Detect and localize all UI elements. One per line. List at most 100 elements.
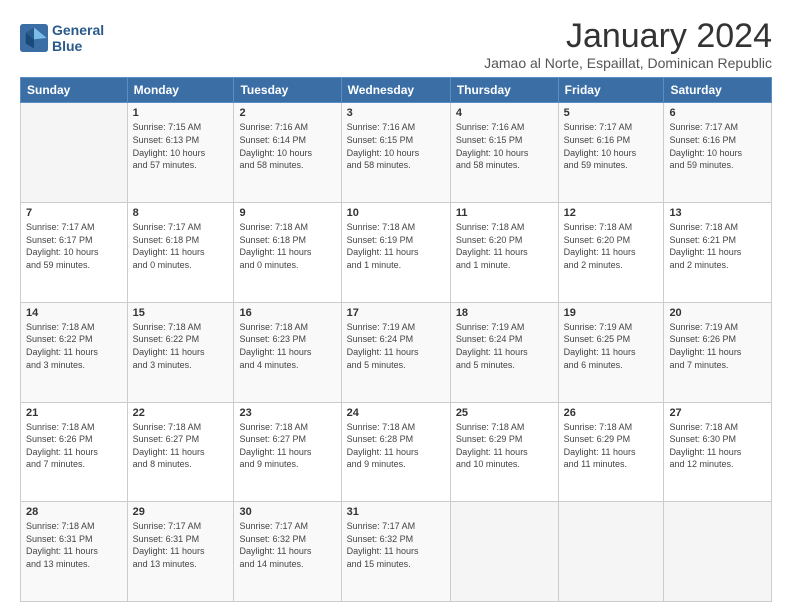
day-info: Sunrise: 7:18 AMSunset: 6:29 PMDaylight:…: [456, 421, 553, 471]
day-info: Sunrise: 7:18 AMSunset: 6:22 PMDaylight:…: [26, 321, 122, 371]
header-day-saturday: Saturday: [664, 78, 772, 103]
calendar-cell: 3 Sunrise: 7:16 AMSunset: 6:15 PMDaylight…: [341, 103, 450, 203]
day-info: Sunrise: 7:19 AMSunset: 6:24 PMDaylight:…: [347, 321, 445, 371]
day-info: Sunrise: 7:18 AMSunset: 6:27 PMDaylight:…: [239, 421, 335, 471]
calendar-cell: 6Sunrise: 7:17 AMSunset: 6:16 PMDaylight…: [664, 103, 772, 203]
day-info: Sunrise: 7:18 AMSunset: 6:30 PMDaylight:…: [669, 421, 766, 471]
day-number: 24: [347, 407, 445, 419]
header: General Blue January 2024 Jamao al Norte…: [20, 18, 772, 71]
calendar-cell: 21Sunrise: 7:18 AMSunset: 6:26 PMDayligh…: [21, 402, 128, 502]
calendar-cell: 28 Sunrise: 7:18 AMSunset: 6:31 PMDayligh…: [21, 502, 128, 602]
day-info: Sunrise: 7:17 AMSunset: 6:31 PMDaylight:…: [133, 520, 229, 570]
week-row-2: 14 Sunrise: 7:18 AMSunset: 6:22 PMDayligh…: [21, 302, 772, 402]
day-number: 25: [456, 407, 553, 419]
day-info: Sunrise: 7:16 AMSunset: 6:15 PMDaylight:…: [347, 121, 445, 171]
calendar-cell: 31 Sunrise: 7:17 AMSunset: 6:32 PMDayligh…: [341, 502, 450, 602]
day-info: Sunrise: 7:18 AMSunset: 6:31 PMDaylight:…: [26, 520, 122, 570]
day-info: Sunrise: 7:18 AMSunset: 6:20 PMDaylight:…: [456, 221, 553, 271]
header-day-thursday: Thursday: [450, 78, 558, 103]
calendar-header: SundayMondayTuesdayWednesdayThursdayFrid…: [21, 78, 772, 103]
title-block: January 2024 Jamao al Norte, Espaillat, …: [484, 18, 772, 71]
day-info: Sunrise: 7:17 AMSunset: 6:16 PMDaylight:…: [564, 121, 659, 171]
logo: General Blue: [20, 22, 104, 54]
calendar-cell: 26 Sunrise: 7:18 AMSunset: 6:29 PMDayligh…: [558, 402, 664, 502]
day-info: Sunrise: 7:15 AMSunset: 6:13 PMDaylight:…: [133, 121, 229, 171]
day-number: 11: [456, 207, 553, 219]
day-info: Sunrise: 7:19 AMSunset: 6:26 PMDaylight:…: [669, 321, 766, 371]
day-number: 4: [456, 107, 553, 119]
day-number: 29: [133, 506, 229, 518]
calendar-cell: 18 Sunrise: 7:19 AMSunset: 6:24 PMDayligh…: [450, 302, 558, 402]
day-number: 17: [347, 307, 445, 319]
day-number: 20: [669, 307, 766, 319]
day-number: 16: [239, 307, 335, 319]
calendar-cell: [450, 502, 558, 602]
day-number: 27: [669, 407, 766, 419]
calendar-body: 1 Sunrise: 7:15 AMSunset: 6:13 PMDaylight…: [21, 103, 772, 602]
calendar-cell: 11 Sunrise: 7:18 AMSunset: 6:20 PMDayligh…: [450, 203, 558, 303]
day-number: 22: [133, 407, 229, 419]
day-info: Sunrise: 7:17 AMSunset: 6:32 PMDaylight:…: [347, 520, 445, 570]
day-info: Sunrise: 7:17 AMSunset: 6:16 PMDaylight:…: [669, 121, 766, 171]
day-number: 14: [26, 307, 122, 319]
header-day-tuesday: Tuesday: [234, 78, 341, 103]
calendar-cell: 29 Sunrise: 7:17 AMSunset: 6:31 PMDayligh…: [127, 502, 234, 602]
calendar-cell: 24 Sunrise: 7:18 AMSunset: 6:28 PMDayligh…: [341, 402, 450, 502]
day-number: 26: [564, 407, 659, 419]
day-number: 30: [239, 506, 335, 518]
day-number: 10: [347, 207, 445, 219]
day-number: 12: [564, 207, 659, 219]
page: General Blue January 2024 Jamao al Norte…: [0, 0, 792, 612]
calendar-cell: 17 Sunrise: 7:19 AMSunset: 6:24 PMDayligh…: [341, 302, 450, 402]
logo-text: General Blue: [52, 22, 104, 54]
header-day-wednesday: Wednesday: [341, 78, 450, 103]
day-number: 8: [133, 207, 229, 219]
day-info: Sunrise: 7:18 AMSunset: 6:29 PMDaylight:…: [564, 421, 659, 471]
day-info: Sunrise: 7:16 AMSunset: 6:15 PMDaylight:…: [456, 121, 553, 171]
logo-icon: [20, 24, 48, 52]
calendar-cell: 30Sunrise: 7:17 AMSunset: 6:32 PMDayligh…: [234, 502, 341, 602]
day-number: 9: [239, 207, 335, 219]
day-number: 13: [669, 207, 766, 219]
day-number: 31: [347, 506, 445, 518]
calendar-cell: 27 Sunrise: 7:18 AMSunset: 6:30 PMDayligh…: [664, 402, 772, 502]
day-info: Sunrise: 7:18 AMSunset: 6:22 PMDaylight:…: [133, 321, 229, 371]
week-row-3: 21Sunrise: 7:18 AMSunset: 6:26 PMDayligh…: [21, 402, 772, 502]
day-info: Sunrise: 7:17 AMSunset: 6:17 PMDaylight:…: [26, 221, 122, 271]
header-day-sunday: Sunday: [21, 78, 128, 103]
week-row-0: 1 Sunrise: 7:15 AMSunset: 6:13 PMDaylight…: [21, 103, 772, 203]
day-info: Sunrise: 7:18 AMSunset: 6:23 PMDaylight:…: [239, 321, 335, 371]
day-info: Sunrise: 7:16 AMSunset: 6:14 PMDaylight:…: [239, 121, 335, 171]
day-number: 2: [239, 107, 335, 119]
calendar-cell: 1 Sunrise: 7:15 AMSunset: 6:13 PMDaylight…: [127, 103, 234, 203]
day-number: 18: [456, 307, 553, 319]
day-number: 15: [133, 307, 229, 319]
day-info: Sunrise: 7:18 AMSunset: 6:18 PMDaylight:…: [239, 221, 335, 271]
week-row-4: 28 Sunrise: 7:18 AMSunset: 6:31 PMDayligh…: [21, 502, 772, 602]
header-day-friday: Friday: [558, 78, 664, 103]
day-number: 5: [564, 107, 659, 119]
day-info: Sunrise: 7:18 AMSunset: 6:20 PMDaylight:…: [564, 221, 659, 271]
day-info: Sunrise: 7:18 AMSunset: 6:21 PMDaylight:…: [669, 221, 766, 271]
calendar-cell: [664, 502, 772, 602]
calendar-cell: 5 Sunrise: 7:17 AMSunset: 6:16 PMDaylight…: [558, 103, 664, 203]
calendar-cell: 4 Sunrise: 7:16 AMSunset: 6:15 PMDaylight…: [450, 103, 558, 203]
calendar-table: SundayMondayTuesdayWednesdayThursdayFrid…: [20, 77, 772, 602]
calendar-cell: 25 Sunrise: 7:18 AMSunset: 6:29 PMDayligh…: [450, 402, 558, 502]
calendar-cell: 22 Sunrise: 7:18 AMSunset: 6:27 PMDayligh…: [127, 402, 234, 502]
day-number: 3: [347, 107, 445, 119]
calendar-cell: 2 Sunrise: 7:16 AMSunset: 6:14 PMDaylight…: [234, 103, 341, 203]
day-number: 1: [133, 107, 229, 119]
calendar-cell: [21, 103, 128, 203]
calendar-cell: 13 Sunrise: 7:18 AMSunset: 6:21 PMDayligh…: [664, 203, 772, 303]
day-info: Sunrise: 7:18 AMSunset: 6:19 PMDaylight:…: [347, 221, 445, 271]
day-number: 21: [26, 407, 122, 419]
day-number: 28: [26, 506, 122, 518]
calendar-cell: 16 Sunrise: 7:18 AMSunset: 6:23 PMDayligh…: [234, 302, 341, 402]
day-info: Sunrise: 7:18 AMSunset: 6:28 PMDaylight:…: [347, 421, 445, 471]
week-row-1: 7Sunrise: 7:17 AMSunset: 6:17 PMDaylight…: [21, 203, 772, 303]
day-info: Sunrise: 7:18 AMSunset: 6:27 PMDaylight:…: [133, 421, 229, 471]
calendar-cell: 19Sunrise: 7:19 AMSunset: 6:25 PMDayligh…: [558, 302, 664, 402]
day-info: Sunrise: 7:19 AMSunset: 6:24 PMDaylight:…: [456, 321, 553, 371]
header-day-monday: Monday: [127, 78, 234, 103]
